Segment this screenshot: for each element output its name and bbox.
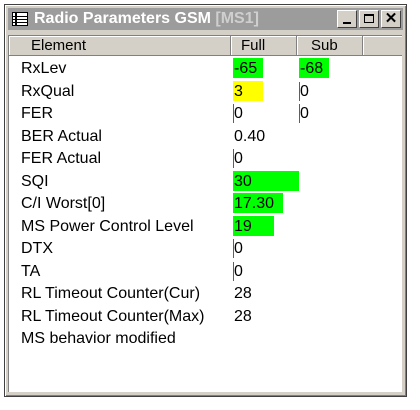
full-value: 0.40 bbox=[234, 127, 266, 145]
column-header-filler bbox=[363, 36, 402, 56]
list-item[interactable]: RxQual 3 0 bbox=[9, 80, 402, 103]
minimize-button[interactable] bbox=[337, 10, 357, 28]
element-name: FER Actual bbox=[21, 150, 102, 167]
list-item[interactable]: BER Actual 0.40 bbox=[9, 126, 402, 148]
parameters-list[interactable]: Element Full Sub RxLev -65 -68 RxQual 3 0 FER 0… bbox=[8, 35, 402, 392]
maximize-button[interactable] bbox=[359, 10, 379, 28]
element-name: RxLev bbox=[21, 60, 67, 77]
close-button[interactable]: ✕ bbox=[381, 10, 401, 28]
element-name: DTX bbox=[21, 240, 53, 257]
full-value: 19 bbox=[234, 217, 252, 235]
element-name: TA bbox=[21, 262, 41, 280]
list-item[interactable]: RL Timeout Counter(Cur) 28 bbox=[9, 283, 402, 305]
title-bar-buttons: ✕ bbox=[335, 10, 401, 28]
full-value: 17.30 bbox=[234, 195, 275, 212]
full-value: 28 bbox=[234, 307, 252, 325]
element-name: MS Power Control Level bbox=[21, 217, 194, 235]
close-icon: ✕ bbox=[384, 10, 398, 27]
list-item[interactable]: TA 0 bbox=[9, 261, 402, 283]
full-value: 0 bbox=[234, 262, 243, 280]
column-header-full[interactable]: Full bbox=[231, 36, 297, 56]
element-name: RL Timeout Counter(Cur) bbox=[21, 285, 201, 302]
list-header: Element Full Sub bbox=[9, 36, 402, 56]
element-name: RxQual bbox=[21, 82, 75, 100]
element-name: RL Timeout Counter(Max) bbox=[21, 307, 205, 325]
column-header-element[interactable]: Element bbox=[9, 36, 231, 56]
full-value: 0 bbox=[234, 240, 243, 257]
list-item[interactable]: MS Power Control Level 19 bbox=[9, 215, 402, 238]
app-table-icon[interactable] bbox=[12, 12, 28, 26]
full-value: 28 bbox=[234, 285, 252, 302]
title-bar[interactable]: Radio Parameters GSM [MS1] ✕ bbox=[8, 8, 403, 30]
full-value: 3 bbox=[234, 82, 243, 100]
column-header-sub[interactable]: Sub bbox=[297, 36, 363, 56]
sub-value: -68 bbox=[300, 60, 324, 77]
list-item[interactable]: RxLev -65 -68 bbox=[9, 58, 402, 80]
element-name: MS behavior modified bbox=[21, 330, 176, 347]
list-item[interactable]: DTX 0 bbox=[9, 238, 402, 260]
full-value: 30 bbox=[234, 172, 252, 190]
element-name: BER Actual bbox=[21, 127, 102, 145]
list-item[interactable]: SQI 30 bbox=[9, 170, 402, 193]
sub-value: 0 bbox=[300, 105, 309, 122]
sub-value: 0 bbox=[300, 82, 309, 100]
list-item[interactable]: FER 0 0 bbox=[9, 103, 402, 125]
list-item[interactable]: C/I Worst[0] 17.30 bbox=[9, 193, 402, 215]
full-value: 0 bbox=[234, 150, 243, 167]
list-item[interactable]: RL Timeout Counter(Max) 28 bbox=[9, 306, 402, 328]
maximize-icon bbox=[364, 14, 374, 23]
list-item[interactable]: MS behavior modified bbox=[9, 328, 402, 350]
element-name: SQI bbox=[21, 172, 49, 190]
radio-parameters-window: Radio Parameters GSM [MS1] ✕ Element Ful… bbox=[4, 4, 407, 397]
element-name: C/I Worst[0] bbox=[21, 195, 106, 212]
window-title-sub: [MS1] bbox=[210, 10, 259, 27]
element-name: FER bbox=[21, 105, 53, 122]
window-title: Radio Parameters GSM [MS1] bbox=[34, 10, 259, 28]
full-value: 0 bbox=[234, 105, 243, 122]
full-value: -65 bbox=[234, 60, 258, 77]
minimize-icon bbox=[343, 22, 351, 24]
window-title-main: Radio Parameters GSM bbox=[34, 10, 211, 27]
list-item[interactable]: FER Actual 0 bbox=[9, 148, 402, 170]
